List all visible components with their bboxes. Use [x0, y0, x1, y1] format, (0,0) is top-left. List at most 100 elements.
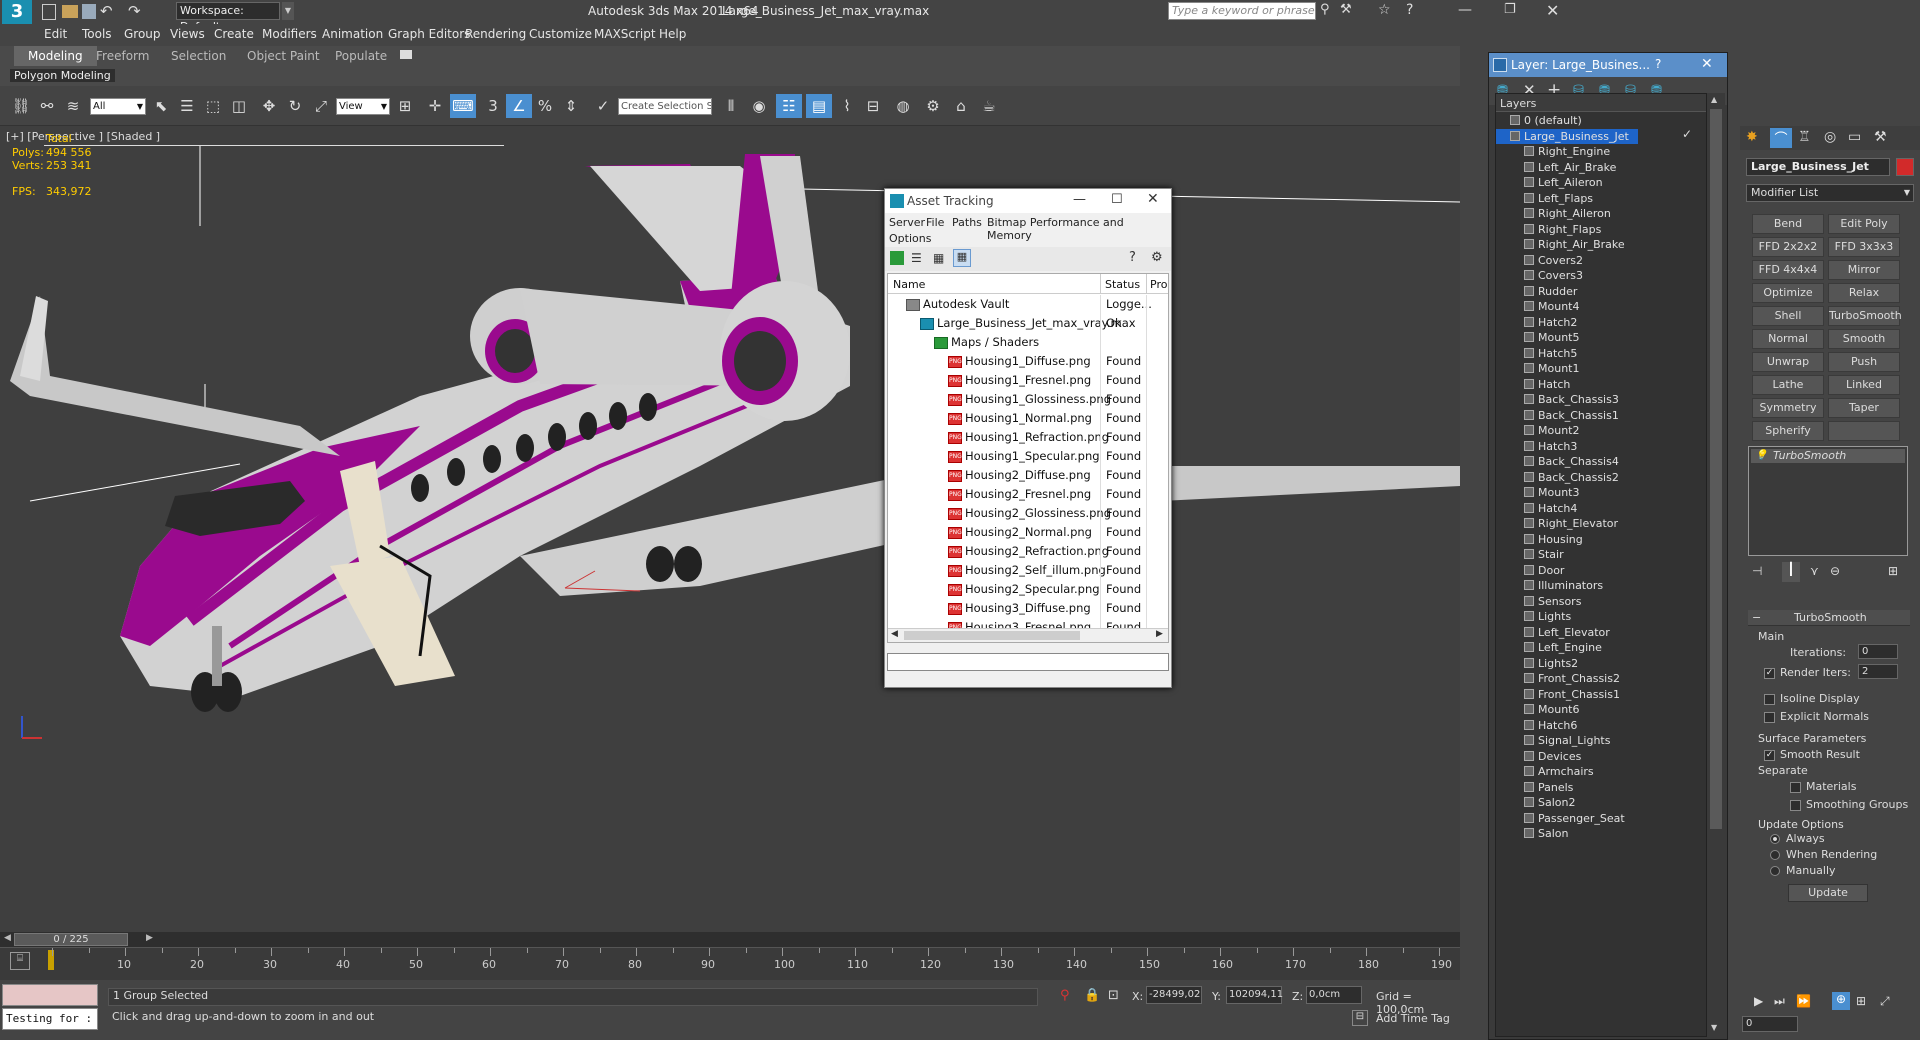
- layer-row[interactable]: Left_Flaps: [1496, 191, 1698, 207]
- asset-menu-paths[interactable]: Paths: [952, 216, 982, 229]
- manually-radio[interactable]: [1770, 864, 1785, 877]
- layer-row[interactable]: 0 (default): [1496, 113, 1698, 129]
- smoothing-groups-checkbox[interactable]: [1790, 798, 1806, 811]
- search-input[interactable]: Type a keyword or phrase: [1168, 2, 1316, 20]
- angle-snap-icon[interactable]: ∠: [506, 94, 532, 118]
- asset-row[interactable]: PNG Housing2_Fresnel.png Found: [888, 485, 1168, 504]
- rollout-header[interactable]: − TurboSmooth: [1748, 610, 1910, 626]
- layer-manager-icon[interactable]: ☷: [776, 94, 802, 118]
- asset-row[interactable]: Maps / Shaders: [888, 333, 1168, 352]
- tab-freeform[interactable]: Freeform: [96, 49, 149, 63]
- lightbulb-icon[interactable]: 💡: [1755, 449, 1767, 463]
- curve-editor-icon[interactable]: ⌇: [834, 94, 860, 118]
- new-file-icon[interactable]: [42, 4, 56, 20]
- unlink-icon[interactable]: ⚯: [34, 94, 60, 118]
- layers-header[interactable]: Layers: [1496, 94, 1706, 112]
- asset-row[interactable]: PNG Housing2_Diffuse.png Found: [888, 466, 1168, 485]
- modify-tab-icon[interactable]: ⌒: [1770, 128, 1792, 148]
- isolate-icon[interactable]: ⚲: [1060, 988, 1070, 1003]
- layer-row[interactable]: Hatch3: [1496, 439, 1698, 455]
- layer-row[interactable]: Hatch5: [1496, 346, 1698, 362]
- modifier-button[interactable]: Mirror: [1828, 260, 1900, 280]
- add-time-tag-button[interactable]: Add Time Tag: [1376, 1012, 1450, 1025]
- menu-modifiers[interactable]: Modifiers: [262, 27, 317, 41]
- open-file-icon[interactable]: [62, 5, 78, 18]
- layer-row[interactable]: Devices: [1496, 749, 1698, 765]
- asset-row[interactable]: PNG Housing1_Diffuse.png Found: [888, 352, 1168, 371]
- modifier-button[interactable]: Normal: [1752, 329, 1824, 349]
- layer-row[interactable]: Mount4: [1496, 299, 1698, 315]
- layer-title-bar[interactable]: Layer: Large_Busines... ? ✕: [1489, 53, 1727, 77]
- maxscript-listener-top[interactable]: [2, 984, 98, 1006]
- gear-icon[interactable]: ⚙: [1151, 250, 1163, 265]
- current-frame-marker[interactable]: [48, 950, 54, 970]
- layer-row[interactable]: Salon2: [1496, 795, 1698, 811]
- layer-row[interactable]: Sensors: [1496, 594, 1698, 610]
- asset-row[interactable]: PNG Housing1_Fresnel.png Found: [888, 371, 1168, 390]
- x-field[interactable]: -28499,02: [1146, 986, 1202, 1004]
- layer-row[interactable]: Mount3: [1496, 485, 1698, 501]
- smooth-result-checkbox[interactable]: ✓: [1764, 748, 1780, 761]
- layer-row[interactable]: Stair: [1496, 547, 1698, 563]
- menu-animation[interactable]: Animation: [322, 27, 383, 41]
- layer-row[interactable]: Right_Aileron: [1496, 206, 1698, 222]
- minimize-button[interactable]: —: [1458, 2, 1472, 18]
- selection-filter-dropdown[interactable]: All ▼: [90, 98, 146, 115]
- create-tab-icon[interactable]: ✸: [1746, 129, 1758, 145]
- render-iters-spinner[interactable]: 2: [1858, 664, 1898, 679]
- modifier-button[interactable]: Lathe: [1752, 375, 1824, 395]
- layer-row[interactable]: Lights: [1496, 609, 1698, 625]
- asset-row[interactable]: Large_Business_Jet_max_vray.max Ok: [888, 314, 1168, 333]
- asset-row[interactable]: PNG Housing1_Glossiness.png Found: [888, 390, 1168, 409]
- window-crossing-icon[interactable]: ◫: [226, 94, 252, 118]
- tab-object-paint[interactable]: Object Paint: [247, 49, 320, 63]
- rotate-icon[interactable]: ↻: [282, 94, 308, 118]
- scroll-left-icon[interactable]: ◀: [891, 629, 898, 639]
- layer-row[interactable]: Large_Business_Jet: [1496, 128, 1638, 144]
- link-icon[interactable]: ⛓: [8, 94, 34, 118]
- layer-row[interactable]: Hatch4: [1496, 501, 1698, 517]
- explicit-normals-checkbox[interactable]: [1764, 710, 1780, 723]
- remove-modifier-icon[interactable]: ⊖: [1830, 564, 1840, 578]
- show-end-result-icon[interactable]: ┃: [1782, 562, 1800, 582]
- layer-row[interactable]: Hatch: [1496, 377, 1698, 393]
- object-color-swatch[interactable]: [1896, 158, 1914, 176]
- layer-row[interactable]: Mount1: [1496, 361, 1698, 377]
- move-icon[interactable]: ✥: [256, 94, 282, 118]
- asset-row[interactable]: PNG Housing2_Specular.png Found: [888, 580, 1168, 599]
- display-tab-icon[interactable]: ▭: [1848, 129, 1861, 145]
- asset-menu-server[interactable]: Server: [889, 216, 925, 229]
- chevron-down-icon[interactable]: ▼: [282, 2, 294, 20]
- menu-help[interactable]: Help: [659, 27, 686, 41]
- tools-icon[interactable]: ⚒: [1340, 2, 1352, 17]
- materials-checkbox[interactable]: [1790, 780, 1806, 793]
- modifier-button[interactable]: Edit Poly: [1828, 214, 1900, 234]
- time-slider-next-icon[interactable]: ▶: [146, 933, 153, 943]
- make-unique-icon[interactable]: ⋎: [1810, 564, 1819, 578]
- track-bar-filter-icon[interactable]: ⌸: [10, 952, 30, 970]
- scroll-thumb[interactable]: [904, 631, 1080, 640]
- modifier-button[interactable]: Unwrap UVW: [1752, 352, 1824, 386]
- update-button[interactable]: Update: [1788, 884, 1868, 902]
- track-bar[interactable]: ⌸ 10 20 30 40 50 60 70 80 90 100 110 120 130 140 150 16…: [0, 948, 1460, 980]
- layer-help-button[interactable]: ?: [1655, 57, 1661, 71]
- asset-row[interactable]: PNG Housing2_Refraction.png Found: [888, 542, 1168, 561]
- utilities-tab-icon[interactable]: ⚒: [1874, 129, 1887, 145]
- star-icon[interactable]: ☆: [1378, 2, 1391, 18]
- table-view-icon[interactable]: ▦: [953, 249, 971, 267]
- asset-menu-bitmap[interactable]: Bitmap Performance and Memory: [987, 216, 1171, 242]
- motion-tab-icon[interactable]: ◎: [1824, 129, 1836, 145]
- modifier-button[interactable]: Shell: [1752, 306, 1824, 326]
- modifier-button[interactable]: Linked XForm: [1828, 375, 1900, 409]
- layer-row[interactable]: Salon: [1496, 826, 1698, 842]
- layer-row[interactable]: Right_Air_Brake: [1496, 237, 1698, 253]
- col-status[interactable]: Status: [1105, 278, 1140, 291]
- asset-maximize-button[interactable]: ☐: [1111, 192, 1123, 207]
- menu-rendering[interactable]: Rendering: [465, 27, 526, 41]
- layer-row[interactable]: Back_Chassis1: [1496, 408, 1698, 424]
- absolute-mode-icon[interactable]: ⊡: [1108, 988, 1119, 1003]
- scroll-right-icon[interactable]: ▶: [1156, 629, 1163, 639]
- layer-row[interactable]: Back_Chassis2: [1496, 470, 1698, 486]
- layer-row[interactable]: Right_Engine: [1496, 144, 1698, 160]
- layer-row[interactable]: Hatch6: [1496, 718, 1698, 734]
